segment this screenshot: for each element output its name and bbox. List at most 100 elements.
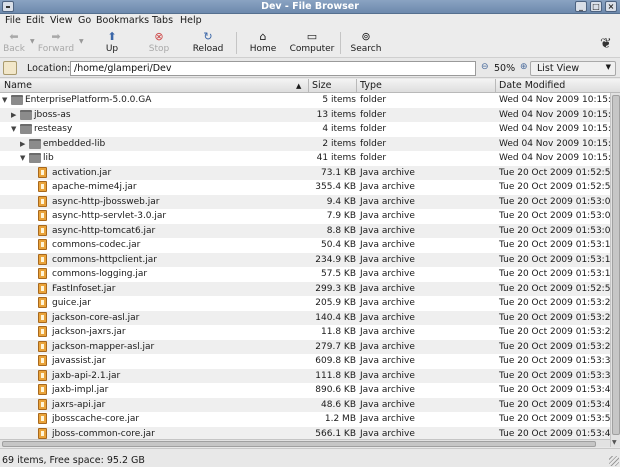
file-date-modified: Tue 20 Oct 2009 01:53:16 [499, 269, 610, 279]
file-date-modified: Tue 20 Oct 2009 01:53:00 [499, 196, 610, 207]
view-mode-select[interactable]: List View ▼ [530, 61, 616, 76]
expander-open-icon[interactable]: ▼ [11, 125, 16, 133]
zoom-in-icon[interactable]: ⊕ [520, 62, 528, 72]
horizontal-scrollbar[interactable] [0, 439, 610, 447]
column-divider[interactable] [495, 79, 496, 93]
back-history-dropdown-icon[interactable]: ▼ [30, 38, 35, 45]
file-row[interactable]: jbosscache-core.jar 1.2 MB Java archive Tue… [0, 412, 610, 427]
jar-archive-icon [38, 413, 47, 424]
file-size: 234.9 KB [315, 254, 356, 265]
scrollbar-thumb[interactable] [612, 95, 620, 435]
file-size: 566.1 KB [315, 428, 356, 439]
file-row[interactable]: javassist.jar 609.8 KB Java archive Tue 20 … [0, 354, 610, 369]
column-header-name[interactable]: Name [4, 80, 32, 91]
column-header-date[interactable]: Date Modified [499, 80, 565, 91]
file-name: commons-logging.jar [52, 269, 148, 279]
forward-button[interactable]: ➡ Forward [36, 30, 76, 56]
search-button[interactable]: ⊚ Search [348, 30, 384, 56]
menu-file[interactable]: File [5, 15, 21, 26]
up-button[interactable]: ⬆ Up [98, 30, 126, 56]
file-name: embedded-lib [43, 138, 106, 149]
minimize-button[interactable]: _ [575, 1, 587, 12]
folder-row[interactable]: ▼ EnterprisePlatform-5.0.0.GA 5 items folde… [0, 93, 610, 108]
computer-button[interactable]: ▭ Computer [287, 30, 337, 56]
file-row[interactable]: async-http-servlet-3.0.jar 7.9 KB Java arc… [0, 209, 610, 224]
file-name: async-http-tomcat6.jar [52, 225, 156, 236]
jar-archive-icon [38, 166, 47, 178]
column-header-type[interactable]: Type [360, 80, 382, 91]
menu-help[interactable]: Help [180, 15, 202, 26]
home-button[interactable]: ⌂ Home [246, 30, 280, 56]
expander-closed-icon[interactable]: ▶ [20, 140, 25, 148]
toggle-sidebar-icon[interactable] [3, 61, 17, 75]
file-row[interactable]: activation.jar 73.1 KB Java archive Tue 20 … [0, 165, 610, 180]
column-divider[interactable] [356, 79, 357, 93]
file-size: 4 items [322, 124, 356, 134]
forward-arrow-icon: ➡ [51, 30, 61, 43]
file-date-modified: Tue 20 Oct 2009 01:53:10 [499, 240, 610, 250]
menu-tabs[interactable]: Tabs [152, 15, 173, 26]
folder-row[interactable]: ▼ resteasy 4 items folder Wed 04 Nov 2009 10… [0, 122, 610, 137]
file-row[interactable]: jaxrs-api.jar 48.6 KB Java archive Tue 20 O… [0, 397, 610, 412]
zoom-out-icon[interactable]: ⊖ [481, 62, 489, 72]
folder-row[interactable]: ▶ jboss-as 13 items folder Wed 04 Nov 2009 1… [0, 107, 610, 122]
list-header: Name ▲ Size Type Date Modified [0, 79, 620, 93]
file-date-modified: Tue 20 Oct 2009 01:53:32 [499, 356, 610, 366]
file-row[interactable]: apache-mime4j.jar 355.4 KB Java archive Tue… [0, 180, 610, 195]
file-size: 205.9 KB [315, 298, 356, 308]
toolbar-separator [236, 32, 237, 54]
file-row[interactable]: jackson-mapper-asl.jar 279.7 KB Java archi… [0, 339, 610, 354]
expander-open-icon[interactable]: ▼ [2, 96, 7, 104]
file-date-modified: Tue 20 Oct 2009 01:52:52 [499, 283, 610, 294]
folder-row[interactable]: ▼ lib 41 items folder Wed 04 Nov 2009 10:15:… [0, 151, 610, 166]
file-type: Java archive [360, 356, 415, 366]
file-row[interactable]: jackson-core-asl.jar 140.4 KB Java archive… [0, 310, 610, 325]
file-date-modified: Tue 20 Oct 2009 01:52:58 [499, 182, 610, 192]
location-input[interactable] [70, 61, 476, 76]
menu-view[interactable]: View [50, 15, 73, 26]
file-type: Java archive [360, 283, 415, 294]
back-button[interactable]: ⬅ Back [0, 30, 28, 56]
zoom-level[interactable]: 50% [494, 63, 515, 74]
file-row[interactable]: async-http-tomcat6.jar 8.8 KB Java archive… [0, 223, 610, 238]
file-type: Java archive [360, 414, 415, 424]
scrollbar-thumb[interactable] [2, 441, 596, 447]
file-row[interactable]: jboss-common-core.jar 566.1 KB Java archiv… [0, 426, 610, 439]
expander-closed-icon[interactable]: ▶ [11, 111, 16, 119]
folder-row[interactable]: ▶ embedded-lib 2 items folder Wed 04 Nov 200… [0, 136, 610, 151]
file-row[interactable]: jaxb-impl.jar 890.6 KB Java archive Tue 20 … [0, 383, 610, 398]
jar-archive-icon [38, 340, 47, 352]
expander-open-icon[interactable]: ▼ [20, 154, 25, 162]
file-row[interactable]: guice.jar 205.9 KB Java archive Tue 20 Oct … [0, 296, 610, 311]
scroll-down-icon[interactable]: ▼ [612, 439, 617, 446]
menu-edit[interactable]: Edit [26, 15, 44, 26]
close-button[interactable]: × [605, 1, 617, 12]
resize-grip-icon[interactable] [609, 456, 619, 466]
file-name: lib [43, 153, 54, 163]
file-size: 48.6 KB [321, 399, 356, 410]
folder-icon [20, 109, 32, 120]
maximize-button[interactable]: □ [590, 1, 602, 12]
stop-button[interactable]: ⊗ Stop [144, 30, 174, 56]
toolbar-separator [340, 32, 341, 54]
forward-history-dropdown-icon[interactable]: ▼ [79, 38, 84, 45]
file-date-modified: Wed 04 Nov 2009 10:15:0 [499, 138, 610, 149]
file-row[interactable]: jaxb-api-2.1.jar 111.8 KB Java archive Tue … [0, 368, 610, 383]
home-icon: ⌂ [259, 30, 267, 43]
file-type: Java archive [360, 385, 415, 395]
file-name: javassist.jar [52, 356, 106, 366]
reload-button[interactable]: ↻ Reload [190, 30, 226, 56]
file-row[interactable]: commons-logging.jar 57.5 KB Java archive Tu… [0, 267, 610, 282]
file-row[interactable]: async-http-jbossweb.jar 9.4 KB Java archiv… [0, 194, 610, 209]
file-row[interactable]: FastInfoset.jar 299.3 KB Java archive Tue 2… [0, 281, 610, 296]
column-header-size[interactable]: Size [312, 80, 332, 91]
file-row[interactable]: jackson-jaxrs.jar 11.8 KB Java archive Tue … [0, 325, 610, 340]
vertical-scrollbar[interactable]: ▼ [610, 93, 620, 447]
file-size: 111.8 KB [315, 370, 356, 381]
file-row[interactable]: commons-httpclient.jar 234.9 KB Java archi… [0, 252, 610, 267]
file-row[interactable]: commons-codec.jar 50.4 KB Java archive Tue … [0, 238, 610, 253]
file-size: 50.4 KB [321, 240, 356, 250]
column-divider[interactable] [308, 79, 309, 93]
menu-bookmarks[interactable]: Bookmarks [96, 15, 149, 26]
menu-go[interactable]: Go [78, 15, 91, 26]
